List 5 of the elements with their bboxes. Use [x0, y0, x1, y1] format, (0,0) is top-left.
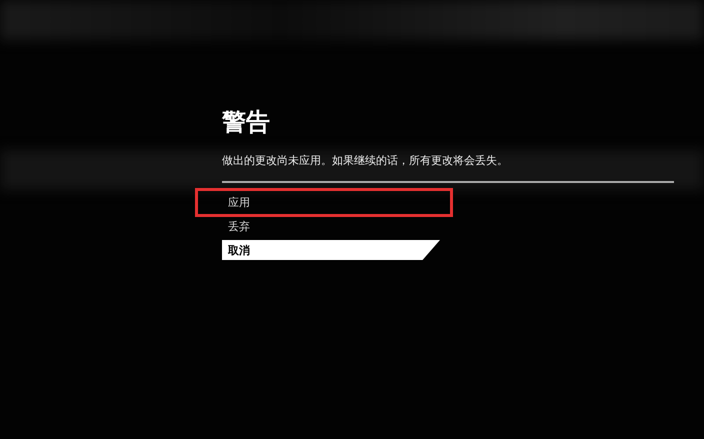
- dialog-title: 警告: [222, 107, 271, 138]
- menu-option[interactable]: 应用: [222, 192, 440, 212]
- menu-option[interactable]: 丢弃: [222, 216, 440, 236]
- dialog-message: 做出的更改尚未应用。如果继续的话，所有更改将会丢失。: [222, 153, 509, 169]
- menu-option[interactable]: 取消: [222, 240, 440, 260]
